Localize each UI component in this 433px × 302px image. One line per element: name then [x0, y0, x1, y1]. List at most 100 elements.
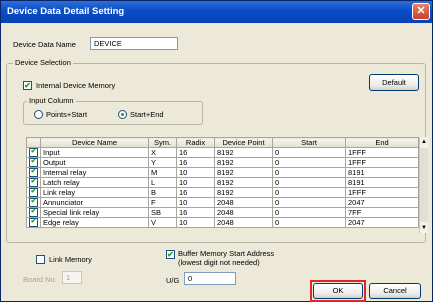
cell-start[interactable]: 0	[272, 187, 346, 198]
cell-device-name: Latch relay	[40, 177, 149, 188]
row-checkbox[interactable]: ✔	[26, 187, 41, 198]
table-row[interactable]: ✔ Output Y 16 8192 0 1FFF	[26, 157, 419, 168]
input-column-legend: Input Column	[27, 96, 76, 105]
cell-radix[interactable]: 10	[176, 217, 215, 228]
board-no-label: Board No.	[23, 275, 57, 284]
cell-end[interactable]: 8191	[345, 167, 419, 178]
cell-end[interactable]: 1FFF	[345, 187, 419, 198]
cell-start[interactable]: 0	[272, 197, 346, 208]
cell-device-name: Internal relay	[40, 167, 149, 178]
close-button[interactable]: ✕	[412, 3, 430, 20]
buffer-memory-label: Buffer Memory Start Address (lowest digi…	[178, 249, 274, 267]
cell-sym: F	[148, 197, 177, 208]
cell-device-point: 8192	[214, 177, 273, 188]
table-row[interactable]: ✔ Special link relay SB 16 2048 0 7FF	[26, 207, 419, 218]
check-icon: ✔	[29, 188, 38, 197]
header-device-name[interactable]: Device Name	[40, 137, 149, 148]
header-start[interactable]: Start	[272, 137, 346, 148]
cell-end[interactable]: 1FFF	[345, 157, 419, 168]
cell-start[interactable]: 0	[272, 177, 346, 188]
table-vertical-scrollbar[interactable]: ▲ ▼	[419, 137, 428, 233]
cell-radix[interactable]: 10	[176, 177, 215, 188]
cell-device-name: Annunciator	[40, 197, 149, 208]
cell-end[interactable]: 8191	[345, 177, 419, 188]
header-device-point[interactable]: Device Point	[214, 137, 273, 148]
window-title: Device Data Detail Setting	[7, 6, 125, 17]
ok-button[interactable]: OK	[313, 283, 363, 299]
header-radix[interactable]: Radix	[176, 137, 215, 148]
row-checkbox[interactable]: ✔	[26, 197, 41, 208]
cell-sym: L	[148, 177, 177, 188]
cell-device-point: 8192	[214, 167, 273, 178]
check-icon: ✔	[29, 218, 38, 227]
internal-device-memory-label: Internal Device Memory	[36, 81, 116, 90]
check-icon: ✔	[29, 178, 38, 187]
cell-sym: SB	[148, 207, 177, 218]
cell-end[interactable]: 2047	[345, 217, 419, 228]
link-memory-checkbox[interactable]	[36, 255, 45, 264]
device-selection-legend: Device Selection	[13, 58, 73, 67]
cell-radix[interactable]: 10	[176, 197, 215, 208]
start-end-radio[interactable]	[118, 110, 127, 119]
check-icon: ✔	[29, 158, 38, 167]
device-data-name-label: Device Data Name	[13, 40, 76, 49]
cell-start[interactable]: 0	[272, 147, 346, 158]
cell-radix[interactable]: 16	[176, 207, 215, 218]
cell-end[interactable]: 7FF	[345, 207, 419, 218]
scroll-down-icon[interactable]: ▼	[420, 223, 428, 233]
cell-start[interactable]: 0	[272, 167, 346, 178]
cell-end[interactable]: 2047	[345, 197, 419, 208]
cell-end[interactable]: 1FFF	[345, 147, 419, 158]
cell-radix[interactable]: 10	[176, 167, 215, 178]
header-end[interactable]: End	[345, 137, 419, 148]
cell-device-point: 8192	[214, 147, 273, 158]
cell-sym: B	[148, 187, 177, 198]
scroll-thumb[interactable]	[420, 148, 428, 222]
cell-device-name: Special link relay	[40, 207, 149, 218]
cell-device-point: 8192	[214, 157, 273, 168]
cell-radix[interactable]: 16	[176, 147, 215, 158]
row-checkbox[interactable]: ✔	[26, 207, 41, 218]
cell-start[interactable]: 0	[272, 217, 346, 228]
table-row[interactable]: ✔ Internal relay M 10 8192 0 8191	[26, 167, 419, 178]
cell-device-name: Link relay	[40, 187, 149, 198]
check-icon: ✔	[29, 148, 38, 157]
row-checkbox[interactable]: ✔	[26, 167, 41, 178]
ug-input[interactable]: 0	[184, 272, 236, 285]
cell-sym: X	[148, 147, 177, 158]
header-sym[interactable]: Sym.	[148, 137, 177, 148]
cell-radix[interactable]: 16	[176, 157, 215, 168]
buffer-memory-checkbox[interactable]: ✔	[166, 250, 175, 259]
link-memory-label: Link Memory	[49, 255, 92, 264]
table-row[interactable]: ✔ Edge relay V 10 2048 0 2047	[26, 217, 419, 228]
cancel-button[interactable]: Cancel	[369, 283, 421, 299]
title-bar: Device Data Detail Setting	[1, 1, 432, 23]
device-data-name-input[interactable]: DEVICE	[90, 37, 178, 50]
table-row[interactable]: ✔ Link relay B 16 8192 0 1FFF	[26, 187, 419, 198]
cell-device-name: Output	[40, 157, 149, 168]
check-icon: ✔	[29, 198, 38, 207]
points-start-label: Points+Start	[46, 110, 88, 119]
points-start-radio[interactable]	[34, 110, 43, 119]
table-row[interactable]: ✔ Latch relay L 10 8192 0 8191	[26, 177, 419, 188]
scroll-up-icon[interactable]: ▲	[420, 137, 428, 147]
buffer-memory-label-line2: (lowest digit not needed)	[178, 258, 260, 267]
cell-start[interactable]: 0	[272, 157, 346, 168]
cell-radix[interactable]: 16	[176, 187, 215, 198]
buffer-memory-label-line1: Buffer Memory Start Address	[178, 249, 275, 258]
row-checkbox[interactable]: ✔	[26, 157, 41, 168]
row-checkbox[interactable]: ✔	[26, 177, 41, 188]
board-no-input[interactable]: 1	[62, 271, 82, 284]
table-header-row: Device Name Sym. Radix Device Point Star…	[26, 137, 419, 148]
cell-device-name: Edge relay	[40, 217, 149, 228]
cell-device-point: 2048	[214, 197, 273, 208]
start-end-label: Start+End	[130, 110, 164, 119]
internal-device-memory-checkbox[interactable]: ✔	[23, 81, 32, 90]
default-button[interactable]: Default	[369, 74, 419, 91]
row-checkbox[interactable]: ✔	[26, 217, 41, 228]
table-row[interactable]: ✔ Input X 16 8192 0 1FFF	[26, 147, 419, 158]
row-checkbox[interactable]: ✔	[26, 147, 41, 158]
table-row[interactable]: ✔ Annunciator F 10 2048 0 2047	[26, 197, 419, 208]
cell-start[interactable]: 0	[272, 207, 346, 218]
device-table: Device Name Sym. Radix Device Point Star…	[26, 137, 419, 228]
